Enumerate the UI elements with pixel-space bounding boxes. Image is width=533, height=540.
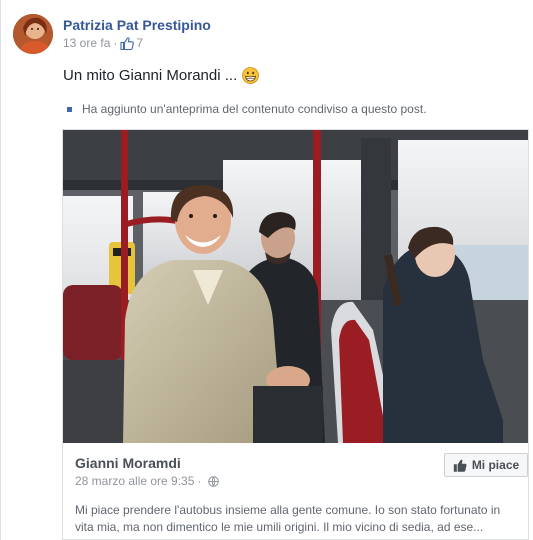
attachment-note: Ha aggiunto un'anteprima del contenuto c… — [63, 102, 427, 116]
shared-meta: 28 marzo alle ore 9:35 · — [75, 474, 220, 488]
globe-icon — [208, 475, 220, 487]
like-page-button[interactable]: Mi piace — [444, 453, 528, 477]
bus-interior-photo — [63, 130, 528, 443]
post-author[interactable]: Patrizia Pat Prestipino — [63, 17, 211, 33]
shared-meta-separator: · — [197, 474, 202, 488]
shared-photo[interactable] — [63, 130, 528, 443]
post-message: Un mito Gianni Morandi ... — [63, 67, 260, 84]
meta-separator: · — [113, 36, 118, 50]
like-page-button-label: Mi piace — [471, 458, 520, 472]
shared-date[interactable]: 28 marzo alle ore 9:35 — [75, 474, 194, 488]
avatar-photo — [13, 14, 53, 54]
bullet-icon — [67, 106, 72, 112]
post-meta: 13 ore fa · 7 — [63, 36, 143, 50]
shared-link-card[interactable]: Gianni Moramdi 28 marzo alle ore 9:35 · … — [62, 129, 529, 540]
shared-excerpt[interactable]: Mi piace prendere l'autobus insieme alla… — [75, 502, 520, 536]
post-time[interactable]: 13 ore fa — [63, 36, 110, 50]
like-count[interactable]: 7 — [136, 36, 143, 50]
post-message-text: Un mito Gianni Morandi ... — [63, 67, 238, 84]
grinning-emoji-icon — [242, 67, 260, 84]
avatar[interactable] — [13, 14, 53, 54]
like-thumb-icon — [453, 459, 467, 472]
shared-page-name[interactable]: Gianni Moramdi — [75, 455, 181, 471]
attachment-note-text: Ha aggiunto un'anteprima del contenuto c… — [82, 102, 427, 116]
feed-post: Patrizia Pat Prestipino 13 ore fa · 7 Un… — [0, 0, 533, 540]
like-thumb-icon — [120, 36, 135, 50]
